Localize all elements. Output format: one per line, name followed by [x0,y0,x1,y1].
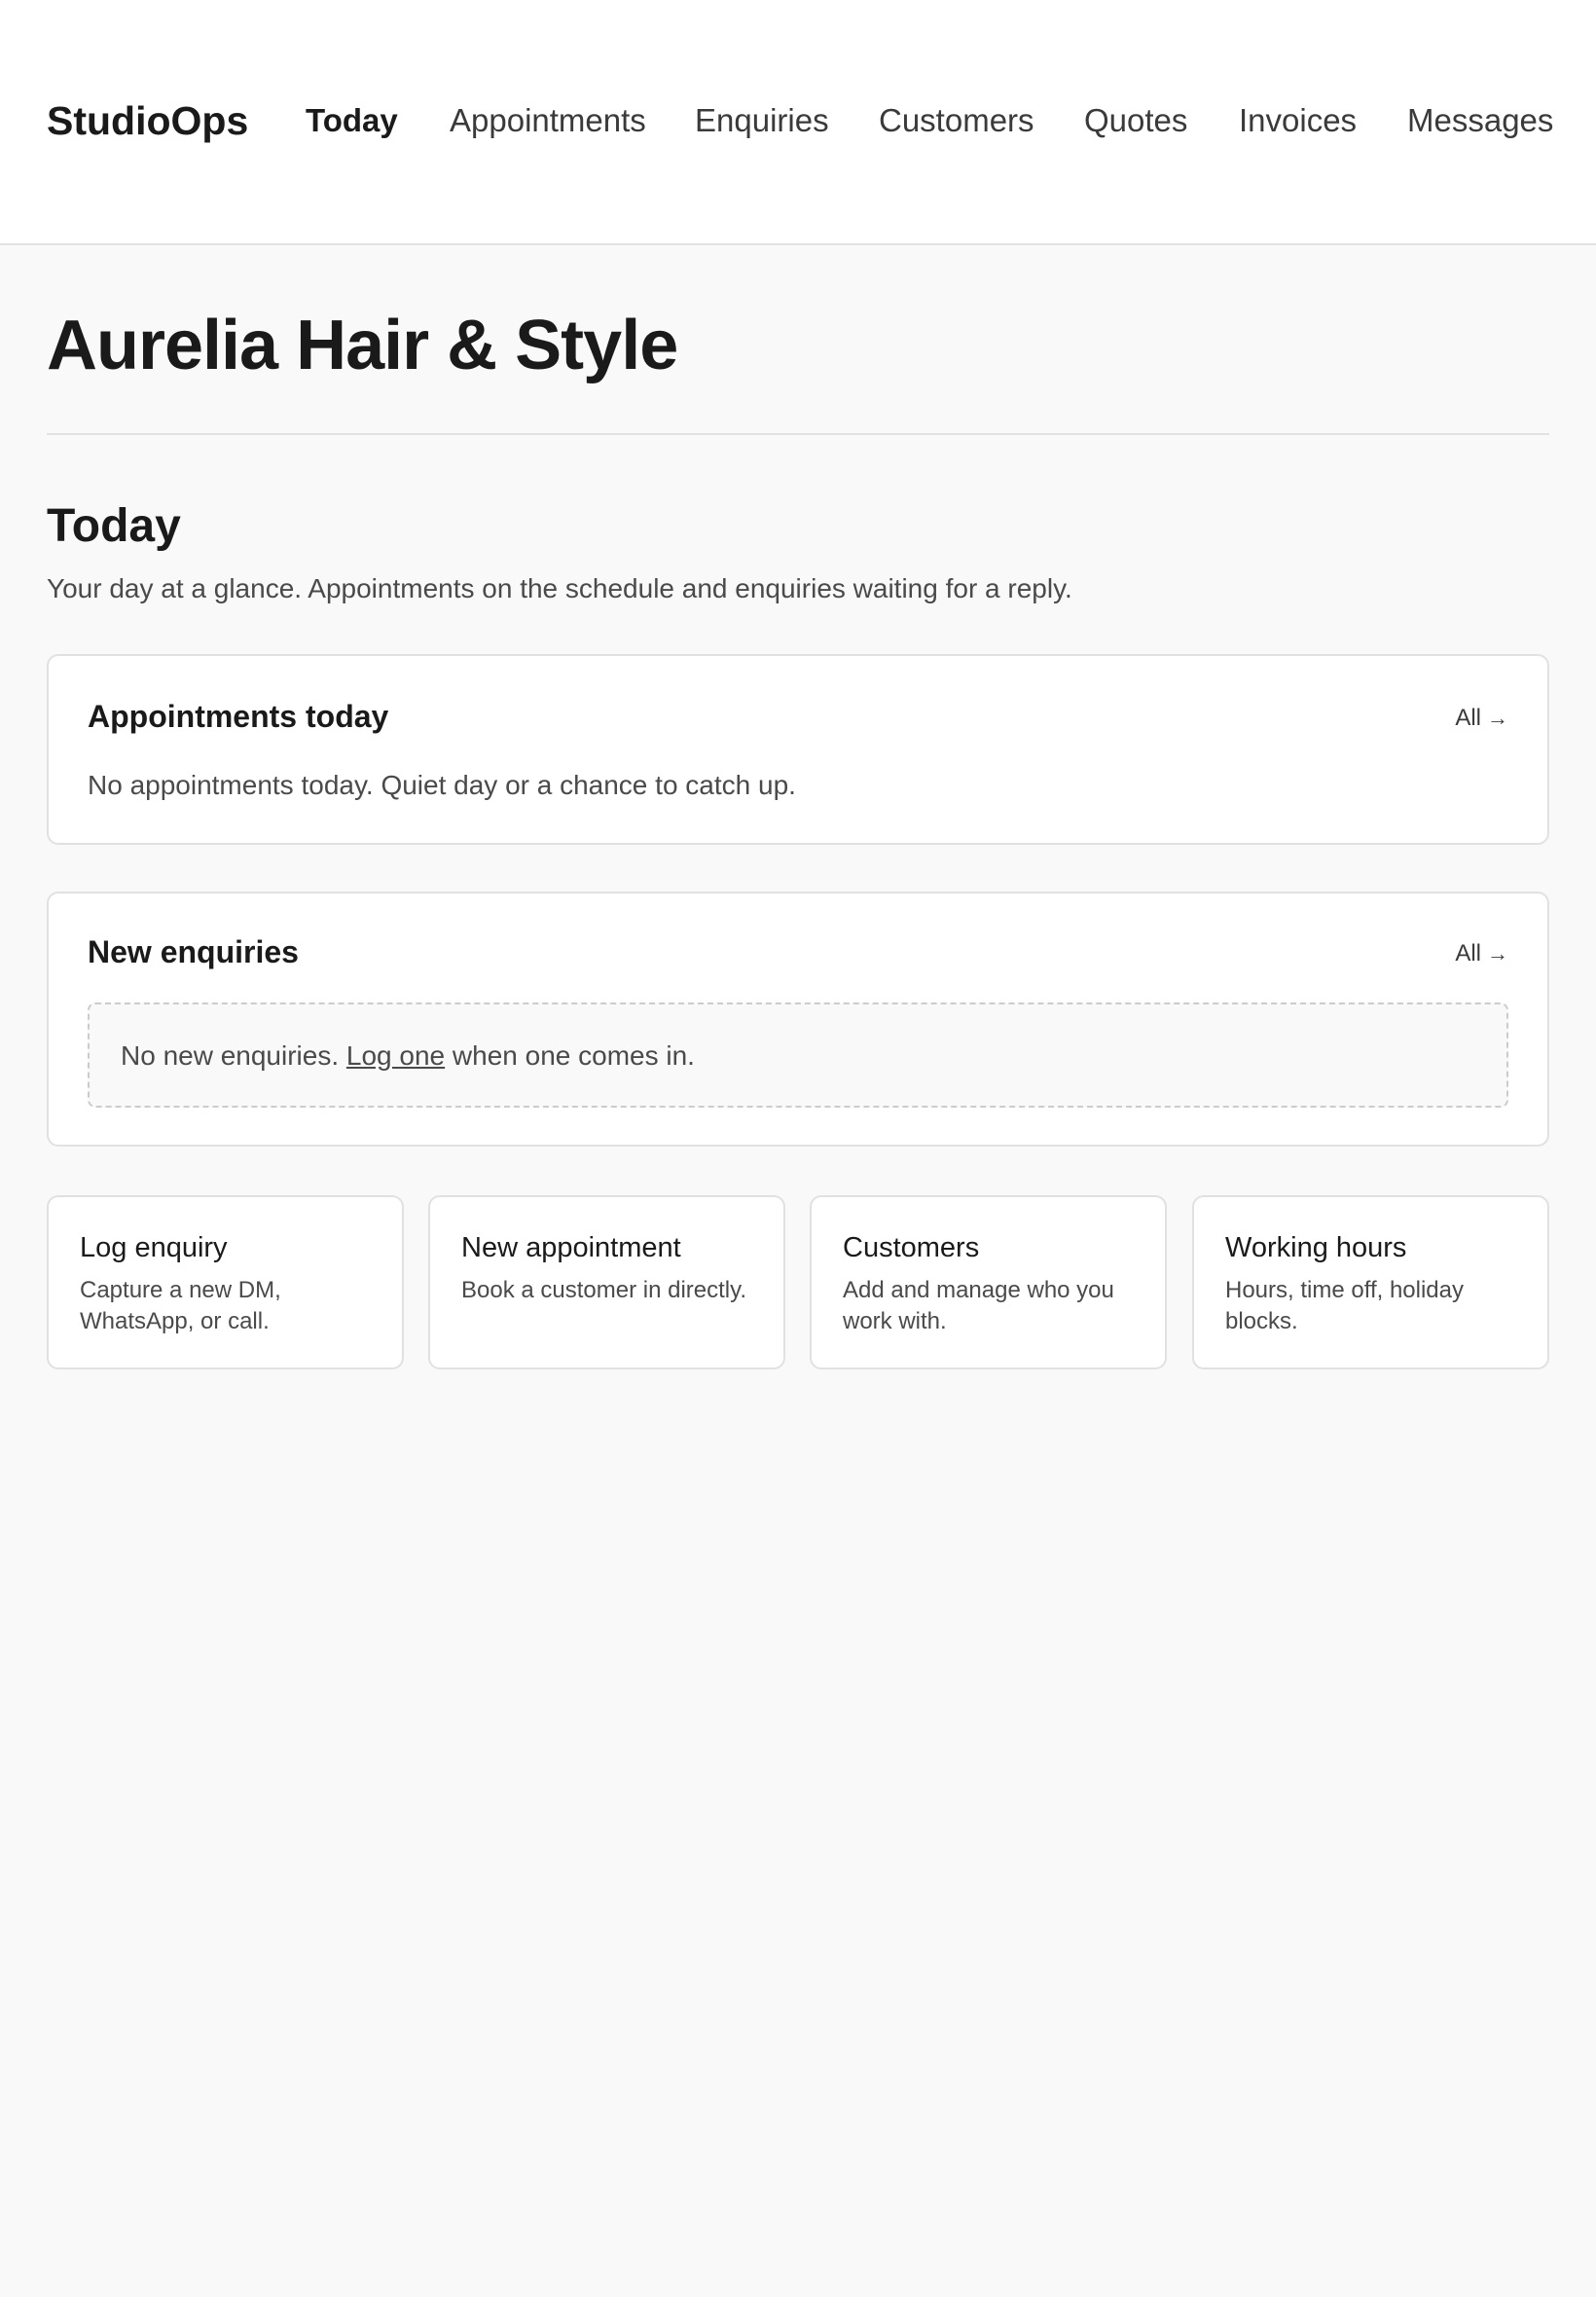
card-title: Appointments today [88,699,389,734]
log-one-link[interactable]: Log one [346,1040,445,1071]
tile-description: Capture a new DM, WhatsApp, or call. [80,1277,281,1334]
nav-item-today[interactable]: Today [306,97,398,144]
quick-action-working-hours[interactable]: Working hours Hours, time off, holiday b… [1192,1195,1549,1369]
enquiries-all-link[interactable]: All → [1455,938,1508,969]
card-title: New enquiries [88,934,299,969]
quick-action-log-enquiry[interactable]: Log enquiry Capture a new DM, WhatsApp, … [47,1195,404,1369]
tile-title: New appointment [461,1232,681,1263]
empty-prefix: No new enquiries. [121,1040,340,1071]
appointments-all-link[interactable]: All → [1455,703,1508,734]
appointments-today-card: Appointments today All → No appointments … [47,654,1549,845]
tile-title: Log enquiry [80,1232,228,1263]
quick-action-new-appointment[interactable]: New appointment Book a customer in direc… [428,1195,785,1369]
tile-title: Customers [843,1232,980,1263]
nav-item-quotes[interactable]: Quotes [1084,97,1187,144]
new-enquiries-card: New enquiries All → No new enquiries. Log… [47,892,1549,1147]
tile-description: Add and manage who you work with. [843,1277,1114,1334]
nav-item-invoices[interactable]: Invoices [1239,97,1357,144]
quick-action-customers[interactable]: Customers Add and manage who you work wi… [810,1195,1167,1369]
tile-description: Book a customer in directly. [461,1277,747,1303]
arrow-right-icon: → [1487,941,1508,966]
nav-item-appointments[interactable]: Appointments [450,97,646,144]
nav-item-customers[interactable]: Customers [879,97,1034,144]
tile-description: Hours, time off, holiday blocks. [1225,1277,1465,1334]
empty-suffix: when one comes in. [452,1040,695,1071]
business-name-title: Aurelia Hair & Style [47,307,678,384]
nav-item-enquiries[interactable]: Enquiries [695,97,829,144]
empty-state-text: No new enquiries. Log one when one comes… [121,1038,695,1075]
empty-state-text: No appointments today. Quiet day or a ch… [88,770,796,800]
arrow-right-icon: → [1487,706,1508,730]
brand-logo[interactable]: StudioOps [47,97,248,144]
tile-title: Working hours [1225,1232,1407,1263]
title-divider [47,433,1549,435]
nav-item-messages[interactable]: Messages [1407,97,1553,144]
top-navigation-bar: StudioOps Today Appointments Enquiries C… [0,0,1596,245]
section-title: Today [47,500,181,552]
section-subtitle: Your day at a glance. Appointments on th… [47,573,1072,603]
link-label: All [1455,940,1481,966]
empty-state-box: No new enquiries. Log one when one comes… [88,1003,1508,1108]
link-label: All [1455,705,1481,731]
